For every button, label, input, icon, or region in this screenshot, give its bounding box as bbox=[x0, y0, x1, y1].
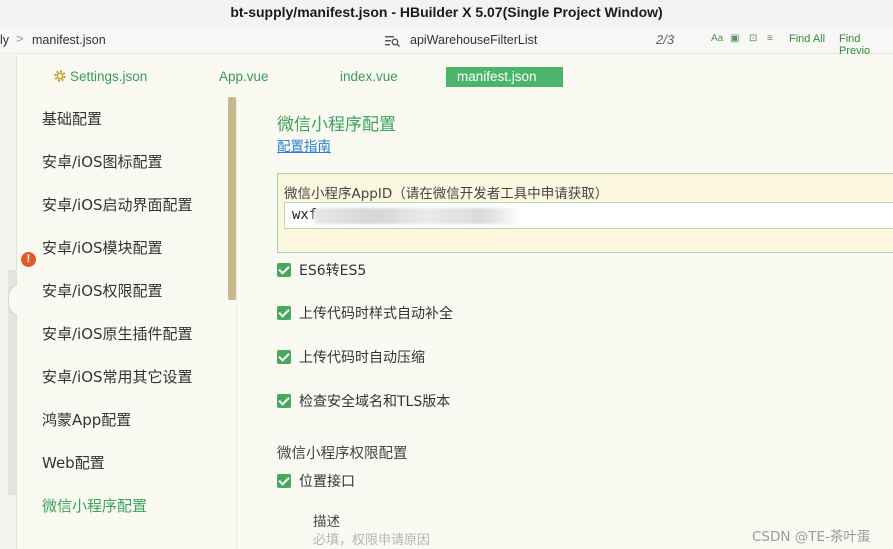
settings-panel: 微信小程序配置 配置指南 微信小程序AppID（请在微信开发者工具中申请获取） … bbox=[237, 97, 893, 549]
sidebar-item-web[interactable]: Web配置 bbox=[42, 453, 105, 473]
option-label: 检查安全域名和TLS版本 bbox=[299, 394, 451, 410]
watermark: CSDN @TE-茶叶蛋 bbox=[752, 529, 871, 545]
sidebar-item-icons[interactable]: 安卓/iOS图标配置 bbox=[42, 152, 163, 172]
breadcrumb-symbol[interactable]: apiWarehouseFilterList bbox=[410, 33, 537, 47]
checkbox-checked-icon[interactable] bbox=[277, 263, 291, 277]
warning-icon: ! bbox=[21, 252, 36, 267]
find-match-counter: 2/3 bbox=[656, 32, 675, 47]
sidebar-scrollbar[interactable] bbox=[228, 97, 236, 300]
list-icon[interactable]: ≡ bbox=[767, 33, 773, 44]
find-all-button[interactable]: Find All bbox=[789, 33, 825, 45]
option-label: ES6转ES5 bbox=[299, 263, 367, 279]
sidebar-item-permissions[interactable]: 安卓/iOS权限配置 bbox=[42, 281, 163, 301]
breadcrumb-separator: > bbox=[16, 31, 24, 46]
tab-index-vue[interactable]: index.vue bbox=[340, 67, 398, 87]
option-check-domain-tls[interactable]: 检查安全域名和TLS版本 bbox=[277, 394, 450, 412]
sidebar-item-modules[interactable]: 安卓/iOS模块配置 bbox=[42, 238, 163, 258]
tab-label: manifest.json bbox=[457, 69, 537, 84]
window-title-bar: bt-supply/manifest.json - HBuilder X 5.0… bbox=[0, 0, 893, 26]
sidebar-item-other-settings[interactable]: 安卓/iOS常用其它设置 bbox=[42, 367, 193, 387]
breadcrumb-item-file[interactable]: manifest.json bbox=[32, 33, 106, 47]
checkbox-checked-icon[interactable] bbox=[277, 394, 291, 408]
description-label: 描述 bbox=[313, 514, 340, 530]
sidebar-item-basic[interactable]: 基础配置 bbox=[42, 109, 102, 129]
appid-section: 微信小程序AppID（请在微信开发者工具中申请获取） wxf bbox=[277, 173, 893, 253]
sidebar-item-weixin[interactable]: 微信小程序配置 bbox=[42, 496, 147, 516]
description-input[interactable]: 必填，权限申请原因 bbox=[313, 529, 430, 548]
tab-label: index.vue bbox=[340, 69, 398, 84]
editor-tab-bar: Settings.json App.vue index.vue manifest… bbox=[17, 55, 893, 97]
checkbox-checked-icon[interactable] bbox=[277, 350, 291, 364]
sidebar-item-splash[interactable]: 安卓/iOS启动界面配置 bbox=[42, 195, 193, 215]
regex-icon[interactable]: ⊡ bbox=[749, 33, 757, 44]
redacted-area bbox=[313, 208, 523, 224]
permissions-section-title: 微信小程序权限配置 bbox=[277, 446, 408, 462]
appid-label: 微信小程序AppID（请在微信开发者工具中申请获取） bbox=[284, 186, 609, 202]
symbol-search-icon[interactable] bbox=[384, 34, 400, 48]
tab-manifest-json[interactable]: manifest.json bbox=[446, 67, 563, 87]
gear-icon bbox=[54, 70, 66, 82]
sidebar-item-harmony[interactable]: 鸿蒙App配置 bbox=[42, 410, 131, 430]
tab-app-vue[interactable]: App.vue bbox=[219, 67, 269, 87]
option-es6-to-es5[interactable]: ES6转ES5 bbox=[277, 263, 366, 281]
sidebar-item-native-plugins[interactable]: 安卓/iOS原生插件配置 bbox=[42, 324, 193, 344]
checkbox-checked-icon[interactable] bbox=[277, 306, 291, 320]
option-style-autoprefix[interactable]: 上传代码时样式自动补全 bbox=[277, 306, 453, 324]
tab-settings-json[interactable]: Settings.json bbox=[53, 67, 147, 87]
manifest-sidebar: 基础配置 ! 安卓/iOS图标配置 安卓/iOS启动界面配置 安卓/iOS模块配… bbox=[17, 97, 237, 549]
match-case-icon[interactable]: Aa bbox=[711, 33, 723, 44]
option-label: 位置接口 bbox=[299, 474, 355, 490]
breadcrumb: ly > manifest.json apiWarehouseFilterLis… bbox=[0, 26, 893, 57]
config-guide-link[interactable]: 配置指南 bbox=[277, 135, 331, 155]
option-label: 上传代码时自动压缩 bbox=[299, 350, 425, 366]
option-location-api[interactable]: 位置接口 bbox=[277, 474, 355, 492]
checkbox-checked-icon[interactable] bbox=[277, 474, 291, 488]
find-previous-button[interactable]: Find Previo bbox=[839, 33, 893, 57]
window-title: bt-supply/manifest.json - HBuilder X 5.0… bbox=[230, 4, 663, 20]
option-label: 上传代码时样式自动补全 bbox=[299, 306, 453, 322]
page-title: 微信小程序配置 bbox=[277, 115, 396, 135]
option-minify[interactable]: 上传代码时自动压缩 bbox=[277, 350, 425, 368]
breadcrumb-item-folder[interactable]: ly bbox=[0, 33, 9, 47]
tab-label: App.vue bbox=[219, 69, 269, 84]
tab-label: Settings.json bbox=[70, 69, 148, 84]
whole-word-icon[interactable]: ▣ bbox=[730, 33, 739, 44]
appid-input[interactable]: wxf bbox=[284, 202, 893, 229]
